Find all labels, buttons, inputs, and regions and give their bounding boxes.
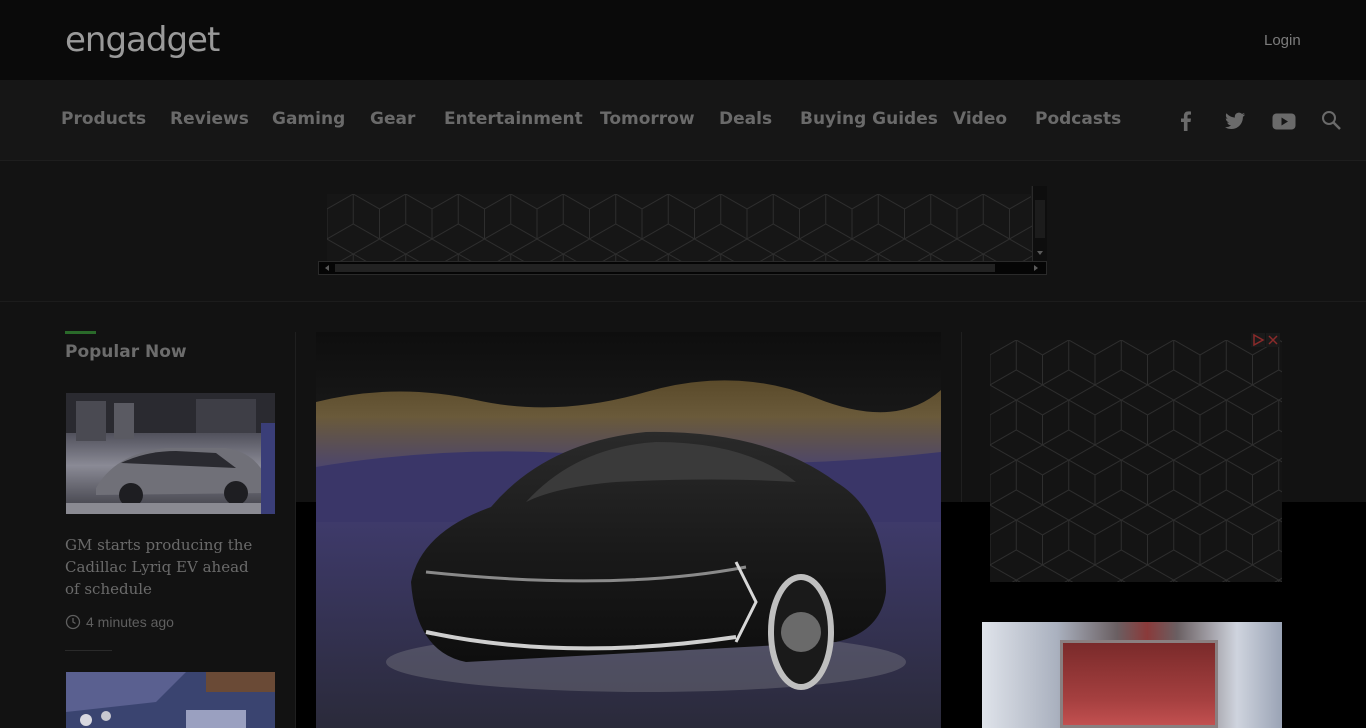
- banner-ad-pattern: [327, 194, 1032, 262]
- close-ad-icon[interactable]: [1266, 333, 1280, 347]
- story-image: [66, 672, 275, 728]
- banner-ad[interactable]: [327, 194, 1032, 262]
- youtube-icon[interactable]: [1271, 108, 1297, 134]
- nav-item-products[interactable]: Products: [61, 109, 146, 129]
- nav-item-reviews[interactable]: Reviews: [170, 109, 249, 129]
- popular-now-heading: Popular Now: [65, 342, 187, 362]
- nav-item-video[interactable]: Video: [953, 109, 1007, 129]
- nav-item-gear[interactable]: Gear: [370, 109, 415, 129]
- nav-item-entertainment[interactable]: Entertainment: [444, 109, 583, 129]
- hero-image[interactable]: [316, 332, 941, 728]
- facebook-icon[interactable]: [1173, 108, 1199, 134]
- main-nav: Products Reviews Gaming Gear Entertainme…: [0, 80, 1366, 161]
- engadget-logo[interactable]: engadget: [65, 20, 220, 60]
- story-divider: [65, 650, 112, 651]
- car-hero-image: [316, 332, 941, 728]
- search-icon[interactable]: [1319, 108, 1345, 134]
- scroll-right-icon[interactable]: [1029, 262, 1043, 274]
- top-bar: engadget Login: [0, 0, 1366, 80]
- side-story-thumbnail[interactable]: [982, 622, 1282, 728]
- nav-item-gaming[interactable]: Gaming: [272, 109, 345, 129]
- nav-item-tomorrow[interactable]: Tomorrow: [600, 109, 695, 129]
- scrollbar-thumb[interactable]: [335, 264, 995, 272]
- scroll-left-icon[interactable]: [320, 262, 334, 274]
- column-divider: [295, 332, 296, 728]
- laptop-screen-image: [1060, 640, 1218, 728]
- nav-item-buying-guides[interactable]: Buying Guides: [800, 109, 938, 129]
- login-link[interactable]: Login: [1264, 32, 1301, 49]
- banner-vertical-scrollbar[interactable]: [1032, 186, 1047, 262]
- adchoices-icon[interactable]: [1251, 333, 1265, 347]
- section-accent-bar: [65, 331, 96, 334]
- twitter-icon[interactable]: [1222, 108, 1248, 134]
- nav-item-podcasts[interactable]: Podcasts: [1035, 109, 1121, 129]
- story-thumbnail[interactable]: [66, 393, 275, 514]
- sidebar-ad[interactable]: [990, 340, 1282, 582]
- banner-horizontal-scrollbar[interactable]: [318, 261, 1047, 275]
- story-thumbnail[interactable]: [66, 672, 275, 728]
- story-timestamp: 4 minutes ago: [65, 614, 174, 630]
- story-headline[interactable]: GM starts producing the Cadillac Lyriq E…: [65, 534, 265, 600]
- sidebar-ad-pattern: [990, 340, 1282, 582]
- column-divider: [961, 332, 962, 502]
- ad-band: [0, 161, 1366, 302]
- nav-item-deals[interactable]: Deals: [719, 109, 772, 129]
- popular-now-column: [0, 302, 295, 728]
- clock-icon: [65, 614, 81, 630]
- car-factory-image: [66, 393, 275, 514]
- story-time-text: 4 minutes ago: [86, 614, 174, 630]
